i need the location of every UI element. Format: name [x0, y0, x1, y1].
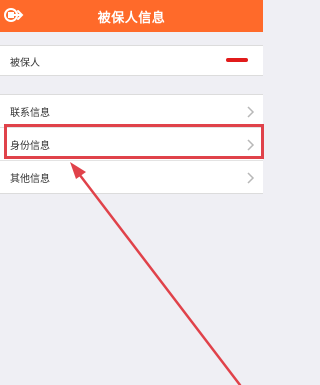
highlight-box: [4, 124, 264, 159]
list-item-label: 其他信息: [10, 174, 50, 185]
redacted-name-mark: [226, 58, 248, 62]
chevron-right-icon: [247, 172, 255, 184]
app-header: 被保人信息: [0, 0, 263, 32]
page-title: 被保人信息: [97, 11, 166, 26]
list-item-other-info[interactable]: 其他信息: [0, 161, 263, 193]
list-item-label: 联系信息: [10, 108, 50, 119]
insured-label: 被保人: [10, 58, 40, 69]
insured-row: 被保人: [0, 45, 263, 76]
chevron-right-icon: [247, 106, 255, 118]
